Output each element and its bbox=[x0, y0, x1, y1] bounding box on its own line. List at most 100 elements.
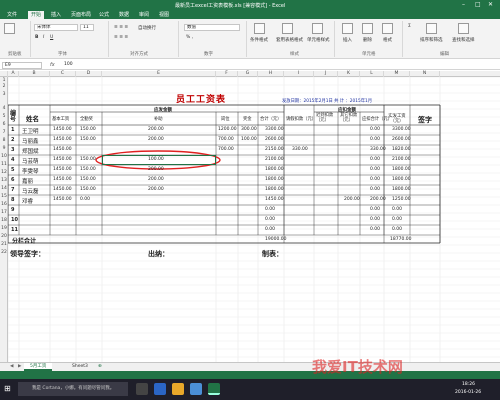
group-font: 字体 bbox=[58, 52, 67, 57]
format-table-button[interactable]: 套用表格格式 bbox=[276, 37, 303, 43]
paste-icon[interactable] bbox=[4, 23, 15, 34]
row-header-9[interactable]: 9 bbox=[0, 146, 8, 151]
insert-cells-button[interactable]: 插入 bbox=[343, 37, 352, 43]
row-header-5[interactable]: 5 bbox=[0, 114, 8, 119]
minimize-icon[interactable]: – bbox=[462, 1, 465, 8]
find-select-button[interactable]: 查找和选择 bbox=[452, 37, 475, 43]
cell-subsidy: 200.00 bbox=[148, 167, 164, 172]
close-icon[interactable]: ✕ bbox=[488, 1, 493, 8]
align-lines-icon[interactable]: ≡ ≡ ≡ bbox=[114, 25, 128, 30]
row-header-15[interactable]: 15 bbox=[0, 194, 8, 199]
percent-icon[interactable]: % , bbox=[186, 35, 193, 40]
cell-name: 郑国斌 bbox=[22, 149, 39, 155]
row-header-8[interactable]: 8 bbox=[0, 138, 8, 143]
status-bar bbox=[0, 371, 500, 379]
row-header-13[interactable]: 13 bbox=[0, 178, 8, 183]
row-header-17[interactable]: 17 bbox=[0, 210, 8, 215]
file-explorer-icon[interactable] bbox=[172, 383, 184, 395]
row-header-12[interactable]: 12 bbox=[0, 170, 8, 175]
row-header-16[interactable]: 16 bbox=[0, 202, 8, 207]
italic-icon[interactable]: I bbox=[43, 35, 44, 40]
delete-cells-icon[interactable] bbox=[362, 23, 373, 34]
cell-deduct-total: 0.00 bbox=[370, 157, 381, 162]
cell-name: 邓睿 bbox=[22, 199, 34, 205]
header-total: 合计（元） bbox=[260, 117, 282, 122]
maximize-icon[interactable]: □ bbox=[475, 1, 481, 8]
conditional-format-button[interactable]: 条件格式 bbox=[250, 37, 268, 43]
cell-deduct-total: 0.00 bbox=[370, 187, 381, 192]
cortana-search-box[interactable]: 我是 Cortana，小娜。有问题尽管问我。 bbox=[18, 382, 128, 396]
cell-basic: 1450.00 bbox=[53, 187, 72, 192]
row-header-21[interactable]: 21 bbox=[0, 242, 8, 247]
cell-total: 2600.00 bbox=[265, 137, 284, 142]
tab-file[interactable]: 文件 bbox=[4, 11, 20, 19]
row-header-11[interactable]: 11 bbox=[0, 162, 8, 167]
delete-cells-button[interactable]: 删除 bbox=[363, 37, 372, 43]
number-format-select[interactable]: 数值 bbox=[184, 24, 240, 31]
name-box[interactable]: E9 bbox=[2, 62, 42, 69]
row-header-18[interactable]: 18 bbox=[0, 218, 8, 223]
formula-input[interactable]: 100 bbox=[62, 62, 498, 69]
sort-filter-icon[interactable] bbox=[426, 23, 437, 34]
task-view-icon[interactable] bbox=[136, 383, 148, 395]
group-clipboard: 剪贴板 bbox=[8, 52, 22, 57]
row-header-7[interactable]: 7 bbox=[0, 130, 8, 135]
header-pay-group: 应发金额 bbox=[154, 108, 172, 113]
spreadsheet-grid[interactable]: 员工工资表 发放日期：2015年2月1日 共 计 ：2015年1月 编号 姓名 应发金额… bbox=[8, 77, 500, 362]
cell-deduct-total: 200.00 bbox=[370, 197, 386, 202]
cell-total: 1800.00 bbox=[265, 177, 284, 182]
sheet-tab-sheet3[interactable]: Sheet3 bbox=[66, 363, 94, 371]
excel-taskbar-icon[interactable] bbox=[208, 383, 220, 395]
cell-style-icon[interactable] bbox=[312, 23, 323, 34]
align-center-icon[interactable]: ≡ ≡ ≡ bbox=[114, 35, 128, 40]
row-header-4[interactable]: 4 bbox=[0, 106, 8, 111]
cell-id: 4 bbox=[11, 157, 15, 163]
tab-data[interactable]: 数据 bbox=[116, 11, 132, 19]
tab-formulas[interactable]: 公式 bbox=[96, 11, 112, 19]
fx-icon[interactable]: fx bbox=[50, 62, 55, 68]
row-header-2[interactable]: 2 bbox=[0, 84, 8, 89]
header-sign: 签字 bbox=[418, 116, 432, 124]
tab-home[interactable]: 开始 bbox=[28, 11, 45, 19]
subtotal-total: 19000.00 bbox=[265, 237, 287, 242]
tab-view[interactable]: 视图 bbox=[156, 11, 172, 19]
row-header-14[interactable]: 14 bbox=[0, 186, 8, 191]
sort-filter-button[interactable]: 排序和筛选 bbox=[420, 37, 443, 43]
cell-name: 马云磊 bbox=[22, 189, 39, 195]
row-header-1[interactable]: 1 bbox=[0, 78, 8, 83]
font-size-select[interactable]: 11 bbox=[80, 24, 94, 31]
row-header-10[interactable]: 10 bbox=[0, 154, 8, 159]
row-header-20[interactable]: 20 bbox=[0, 234, 8, 239]
row-header-6[interactable]: 6 bbox=[0, 122, 8, 127]
tab-page-layout[interactable]: 页面布局 bbox=[68, 11, 94, 19]
add-sheet-icon[interactable]: ⊕ bbox=[92, 363, 108, 371]
row-header-19[interactable]: 19 bbox=[0, 226, 8, 231]
bold-icon[interactable]: B bbox=[35, 35, 38, 40]
insert-cells-icon[interactable] bbox=[342, 23, 353, 34]
edge-browser-icon[interactable] bbox=[154, 383, 166, 395]
format-table-icon[interactable] bbox=[282, 23, 293, 34]
font-name-select[interactable]: 宋体体 bbox=[34, 24, 78, 31]
wrap-text-button[interactable]: 自动换行 bbox=[138, 25, 156, 31]
cell-deduct-total: 0.00 bbox=[370, 227, 381, 232]
conditional-format-icon[interactable] bbox=[254, 23, 265, 34]
autosum-icon[interactable]: Σ bbox=[408, 24, 411, 29]
row-header-3[interactable]: 3 bbox=[0, 92, 8, 97]
selected-cell[interactable] bbox=[102, 155, 216, 165]
sign-maker-label: 制表： bbox=[262, 250, 283, 258]
window-title: 最新员工excel工资表模板.xls [兼容模式] - Excel bbox=[175, 3, 286, 9]
row-header-22[interactable]: 22 bbox=[0, 250, 8, 255]
tab-insert[interactable]: 插入 bbox=[48, 11, 64, 19]
windows-start-icon[interactable]: ⊞ bbox=[4, 384, 11, 393]
underline-icon[interactable]: U bbox=[50, 35, 53, 40]
find-select-icon[interactable] bbox=[458, 23, 469, 34]
store-icon[interactable] bbox=[190, 383, 202, 395]
cell-actual-pay: 0.00 bbox=[392, 217, 403, 222]
sheet-tab-may-salary[interactable]: 5月工资 bbox=[24, 363, 53, 371]
cell-style-button[interactable]: 单元格样式 bbox=[307, 37, 330, 43]
taskbar: ⊞ 我是 Cortana，小娜。有问题尽管问我。 18:26 2016-01-2… bbox=[0, 379, 500, 400]
tab-review[interactable]: 审阅 bbox=[136, 11, 152, 19]
format-cells-button[interactable]: 格式 bbox=[383, 37, 392, 43]
format-cells-icon[interactable] bbox=[382, 23, 393, 34]
sign-cashier-label: 出纳： bbox=[148, 250, 169, 258]
